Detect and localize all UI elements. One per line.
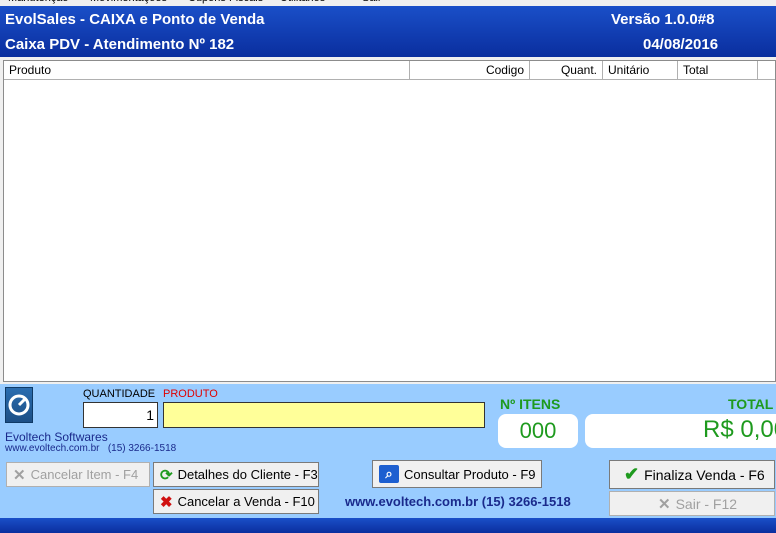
- menu-item-cupons[interactable]: Cupons Fiscais: [188, 0, 263, 4]
- attendance-title: Caixa PDV - Atendimento Nº 182: [5, 36, 235, 53]
- column-header-produto[interactable]: Produto: [4, 61, 410, 80]
- items-label: Nº ITENS: [500, 396, 561, 412]
- items-count-display: 000: [498, 414, 578, 448]
- column-header-total[interactable]: Total: [678, 61, 758, 80]
- product-input[interactable]: [163, 402, 485, 428]
- cancel-item-label: Cancelar Item - F4: [30, 467, 139, 482]
- column-header-quant[interactable]: Quant.: [530, 61, 603, 80]
- total-value: R$ 0,00: [703, 416, 776, 443]
- consult-product-label: Consultar Produto - F9: [404, 466, 536, 482]
- menu-item-utilitarios[interactable]: Utilitários: [280, 0, 325, 4]
- button-bar: ✕ Cancelar Item - F4 ⟳ Detalhes do Clien…: [0, 457, 776, 518]
- version-label: Versão 1.0.0#8: [611, 11, 715, 28]
- client-details-label: Detalhes do Cliente - F3: [177, 467, 318, 482]
- cancel-item-button[interactable]: ✕ Cancelar Item - F4: [6, 462, 150, 487]
- cancel-sale-label: Cancelar a Venda - F10: [177, 494, 315, 509]
- app-title: EvolSales - CAIXA e Ponto de Venda: [5, 11, 265, 28]
- checkmark-icon: ✔: [624, 464, 640, 484]
- quantity-input[interactable]: 1: [83, 402, 158, 428]
- input-panel: QUANTIDADE PRODUTO 1 Evoltech Softwares …: [0, 384, 776, 457]
- cancel-sale-button[interactable]: ✖ Cancelar a Venda - F10: [153, 489, 319, 514]
- finish-sale-label: Finaliza Venda - F6: [644, 466, 765, 483]
- consult-product-button[interactable]: ⌕ Consultar Produto - F9: [372, 460, 542, 488]
- company-contact: www.evoltech.com.br (15) 3266-1518: [5, 443, 177, 454]
- exit-button[interactable]: ✕ Sair - F12: [609, 491, 775, 516]
- company-name: Evoltech Softwares: [5, 430, 108, 444]
- exit-label: Sair - F12: [675, 495, 738, 512]
- client-details-button[interactable]: ⟳ Detalhes do Cliente - F3: [153, 462, 319, 487]
- search-icon: ⌕: [379, 465, 399, 483]
- footer-bar: [0, 518, 776, 533]
- column-header-unitario[interactable]: Unitário: [603, 61, 678, 80]
- menu-item-movimentacoes[interactable]: Movimentações: [90, 0, 167, 4]
- evoltech-logo-icon: [5, 387, 33, 423]
- footer-contact: www.evoltech.com.br (15) 3266-1518: [345, 494, 571, 509]
- exit-x-icon: ✕: [658, 495, 671, 513]
- finish-sale-button[interactable]: ✔ Finaliza Venda - F6: [609, 460, 775, 489]
- menu-item-manutencao[interactable]: Manutenção: [8, 0, 69, 4]
- red-x-icon: ✖: [160, 493, 173, 511]
- title-header: EvolSales - CAIXA e Ponto de Venda Versã…: [0, 6, 776, 57]
- date-label: 04/08/2016: [643, 36, 719, 53]
- total-label: TOTAL: [728, 396, 774, 412]
- product-label: PRODUTO: [163, 388, 218, 400]
- refresh-icon: ⟳: [160, 466, 173, 484]
- cancel-x-icon: ✕: [13, 466, 26, 484]
- column-header-filler: [758, 61, 775, 80]
- total-display: R$ 0,00: [585, 414, 776, 448]
- quantity-label: QUANTIDADE: [83, 388, 156, 400]
- column-header-codigo[interactable]: Codigo: [410, 61, 530, 80]
- sales-items-grid[interactable]: Produto Codigo Quant. Unitário Total: [3, 60, 776, 382]
- menu-item-sair[interactable]: Sair: [362, 0, 382, 4]
